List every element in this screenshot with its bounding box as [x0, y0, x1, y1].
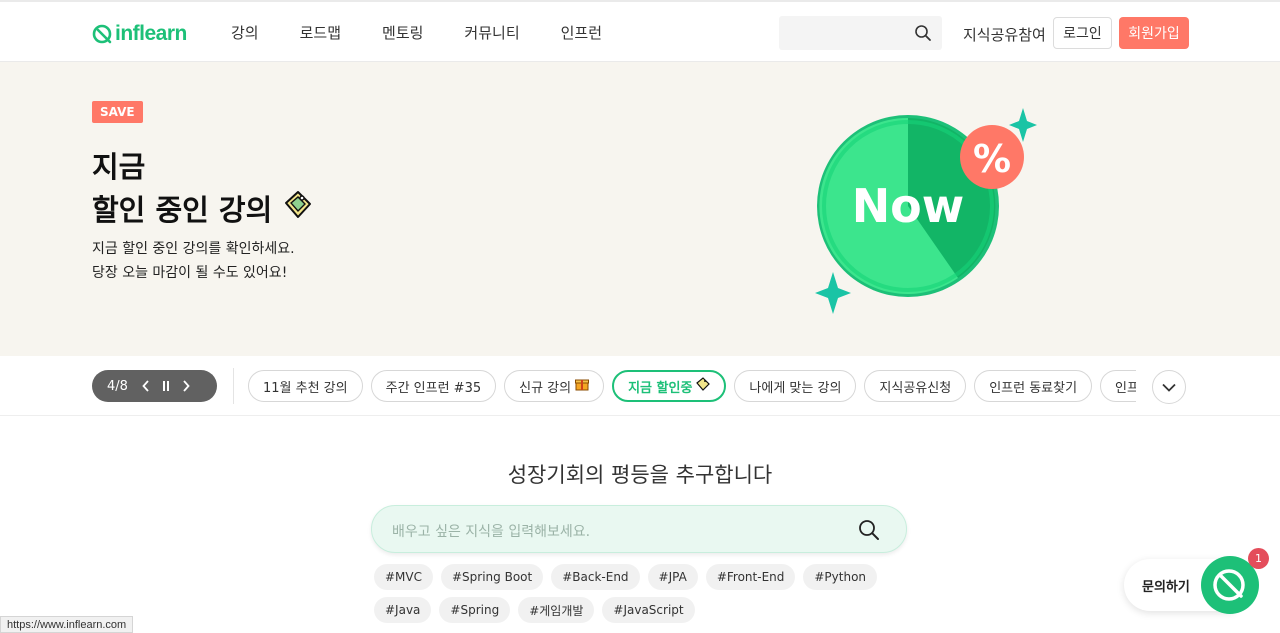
signup-button[interactable]: 회원가입: [1119, 17, 1189, 49]
more-categories-button[interactable]: [1152, 370, 1186, 404]
login-button[interactable]: 로그인: [1053, 17, 1112, 49]
hero-description-line2: 당장 오늘 마감이 될 수도 있어요!: [92, 265, 288, 281]
chip-find-colleagues[interactable]: 인프런 동료찾기: [974, 370, 1093, 402]
tag-icon: [696, 377, 711, 395]
inflearn-logo[interactable]: inflearn: [92, 22, 187, 46]
tag-spring-boot[interactable]: #Spring Boot: [441, 564, 544, 590]
search-placeholder: 배우고 싶은 지식을 입력해보세요.: [392, 524, 591, 540]
tag-front-end[interactable]: #Front-End: [705, 564, 796, 590]
search-icon[interactable]: [858, 519, 880, 545]
chip-label: 나에게 맞는 강의: [749, 380, 842, 396]
hero-title-line1: 지금: [92, 150, 146, 184]
logo-text: inflearn: [115, 22, 187, 45]
search-icon[interactable]: [914, 24, 932, 46]
chip-label: 주간 인프런 #35: [385, 380, 482, 396]
chip-label: 인프런: [1115, 380, 1136, 396]
hero-title-line2-text: 할인 중인 강의: [92, 193, 273, 227]
chip-label: 11월 추천 강의: [263, 380, 348, 396]
pager-count: 4/8: [107, 378, 128, 394]
chip-new-courses[interactable]: 신규 강의: [504, 370, 605, 402]
inquiry-label: 문의하기: [1142, 579, 1190, 595]
nav-courses[interactable]: 강의: [231, 22, 259, 43]
tag-mvc[interactable]: #MVC: [374, 564, 433, 590]
tag-game-dev[interactable]: #게임개발: [518, 597, 595, 623]
tag-spring[interactable]: #Spring: [439, 597, 511, 623]
chip-on-sale[interactable]: 지금 할인중: [612, 370, 727, 402]
chip-label: 지식공유신청: [879, 380, 952, 396]
tag-python[interactable]: #Python: [803, 564, 878, 590]
popular-tags: #MVC #Spring Boot #Back-End #JPA #Front-…: [374, 564, 914, 623]
nav-roadmap[interactable]: 로드맵: [300, 22, 341, 43]
tag-jpa[interactable]: #JPA: [647, 564, 698, 590]
chip-instructor-apply[interactable]: 지식공유신청: [864, 370, 967, 402]
tag-javascript[interactable]: #JavaScript: [602, 597, 695, 623]
category-strip: 4/8 11월 추천 강의 주간 인프런 #35 신규 강의 지금 할인중 나에…: [0, 356, 1280, 416]
gift-icon: [575, 377, 590, 395]
strip-divider: [233, 368, 234, 404]
price-tag-icon: [282, 189, 314, 228]
chevron-down-icon: [1162, 383, 1176, 392]
hero-description-line1: 지금 할인 중인 강의를 확인하세요.: [92, 241, 295, 257]
inflearn-chat-icon: [1213, 569, 1245, 601]
chip-label: 지금 할인중: [628, 380, 693, 396]
chevron-left-icon[interactable]: [142, 380, 150, 392]
tag-back-end[interactable]: #Back-End: [551, 564, 640, 590]
nav-inflearn[interactable]: 인프런: [561, 22, 602, 43]
tag-java[interactable]: #Java: [374, 597, 432, 623]
main-nav: 강의 로드맵 멘토링 커뮤니티 인프런: [231, 22, 643, 43]
site-header: inflearn 강의 로드맵 멘토링 커뮤니티 인프런 지식공유참여 로그인 …: [0, 0, 1280, 62]
nav-mentoring[interactable]: 멘토링: [382, 22, 423, 43]
course-search-input[interactable]: 배우고 싶은 지식을 입력해보세요.: [371, 505, 907, 553]
chevron-right-icon[interactable]: [182, 380, 190, 392]
now-sale-illustration: Now %: [808, 104, 1048, 318]
chip-weekly-inflearn[interactable]: 주간 인프런 #35: [370, 370, 497, 402]
now-text: Now: [852, 179, 965, 233]
nav-community[interactable]: 커뮤니티: [464, 22, 519, 43]
slogan-heading: 성장기회의 평등을 추구합니다: [507, 463, 773, 487]
chip-label: 인프런 동료찾기: [989, 380, 1078, 396]
status-bar-url: https://www.inflearn.com: [0, 616, 134, 633]
chip-courses-for-me[interactable]: 나에게 맞는 강의: [734, 370, 857, 402]
category-chips: 11월 추천 강의 주간 인프런 #35 신규 강의 지금 할인중 나에게 맞는…: [248, 370, 1136, 404]
chip-november-recommended[interactable]: 11월 추천 강의: [248, 370, 363, 402]
banner-pager: 4/8: [92, 370, 217, 402]
chip-label: 신규 강의: [519, 380, 572, 396]
save-badge: SAVE: [92, 101, 143, 123]
notification-count-badge: 1: [1248, 548, 1269, 569]
chip-inflearn[interactable]: 인프런: [1100, 370, 1136, 402]
hero-banner[interactable]: SAVE 지금 할인 중인 강의 지금 할인 중인 강의를 확인하세요. 당장 …: [0, 62, 1280, 356]
share-knowledge-link[interactable]: 지식공유참여: [963, 24, 1046, 45]
logo-mark-icon: [92, 24, 112, 44]
pause-icon[interactable]: [162, 381, 170, 391]
percent-text: %: [973, 137, 1011, 181]
header-search-input[interactable]: [779, 16, 942, 50]
hero-title-line2: 할인 중인 강의: [92, 187, 314, 229]
